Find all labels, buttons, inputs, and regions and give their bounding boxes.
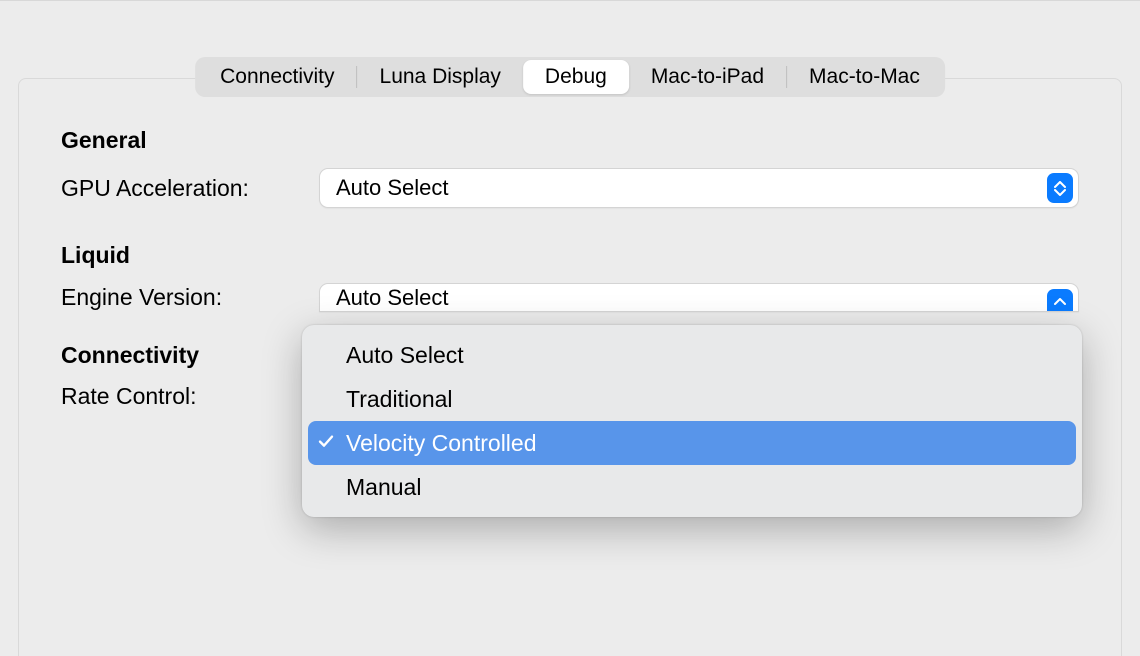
tab-mac-to-ipad[interactable]: Mac-to-iPad xyxy=(629,60,786,94)
section-heading-general: General xyxy=(61,127,1079,154)
updown-stepper-icon xyxy=(1047,289,1073,312)
dropdown-item-label: Velocity Controlled xyxy=(346,430,537,456)
checkmark-icon xyxy=(317,420,335,464)
tab-mac-to-mac[interactable]: Mac-to-Mac xyxy=(787,60,942,94)
select-gpu-acceleration[interactable]: Auto Select xyxy=(319,168,1079,208)
row-gpu-acceleration: GPU Acceleration: Auto Select xyxy=(61,168,1079,208)
dropdown-item-traditional[interactable]: Traditional xyxy=(308,377,1076,421)
tab-connectivity[interactable]: Connectivity xyxy=(198,60,356,94)
tab-luna-display[interactable]: Luna Display xyxy=(358,60,523,94)
label-engine-version: Engine Version: xyxy=(61,284,319,311)
select-gpu-acceleration-value: Auto Select xyxy=(336,175,449,201)
select-engine-version[interactable]: Auto Select xyxy=(319,283,1079,312)
select-engine-version-value: Auto Select xyxy=(336,288,449,308)
updown-stepper-icon xyxy=(1047,173,1073,203)
dropdown-item-auto-select[interactable]: Auto Select xyxy=(308,333,1076,377)
dropdown-item-velocity-controlled[interactable]: Velocity Controlled xyxy=(308,421,1076,465)
label-rate-control: Rate Control: xyxy=(61,383,319,410)
preferences-tab-bar: Connectivity Luna Display Debug Mac-to-i… xyxy=(195,57,945,97)
row-engine-version: Engine Version: Auto Select xyxy=(61,283,1079,312)
dropdown-item-manual[interactable]: Manual xyxy=(308,465,1076,509)
label-gpu-acceleration: GPU Acceleration: xyxy=(61,175,319,202)
dropdown-rate-control: Auto Select Traditional Velocity Control… xyxy=(302,325,1082,517)
section-heading-liquid: Liquid xyxy=(61,242,1079,269)
tab-debug[interactable]: Debug xyxy=(523,60,629,94)
